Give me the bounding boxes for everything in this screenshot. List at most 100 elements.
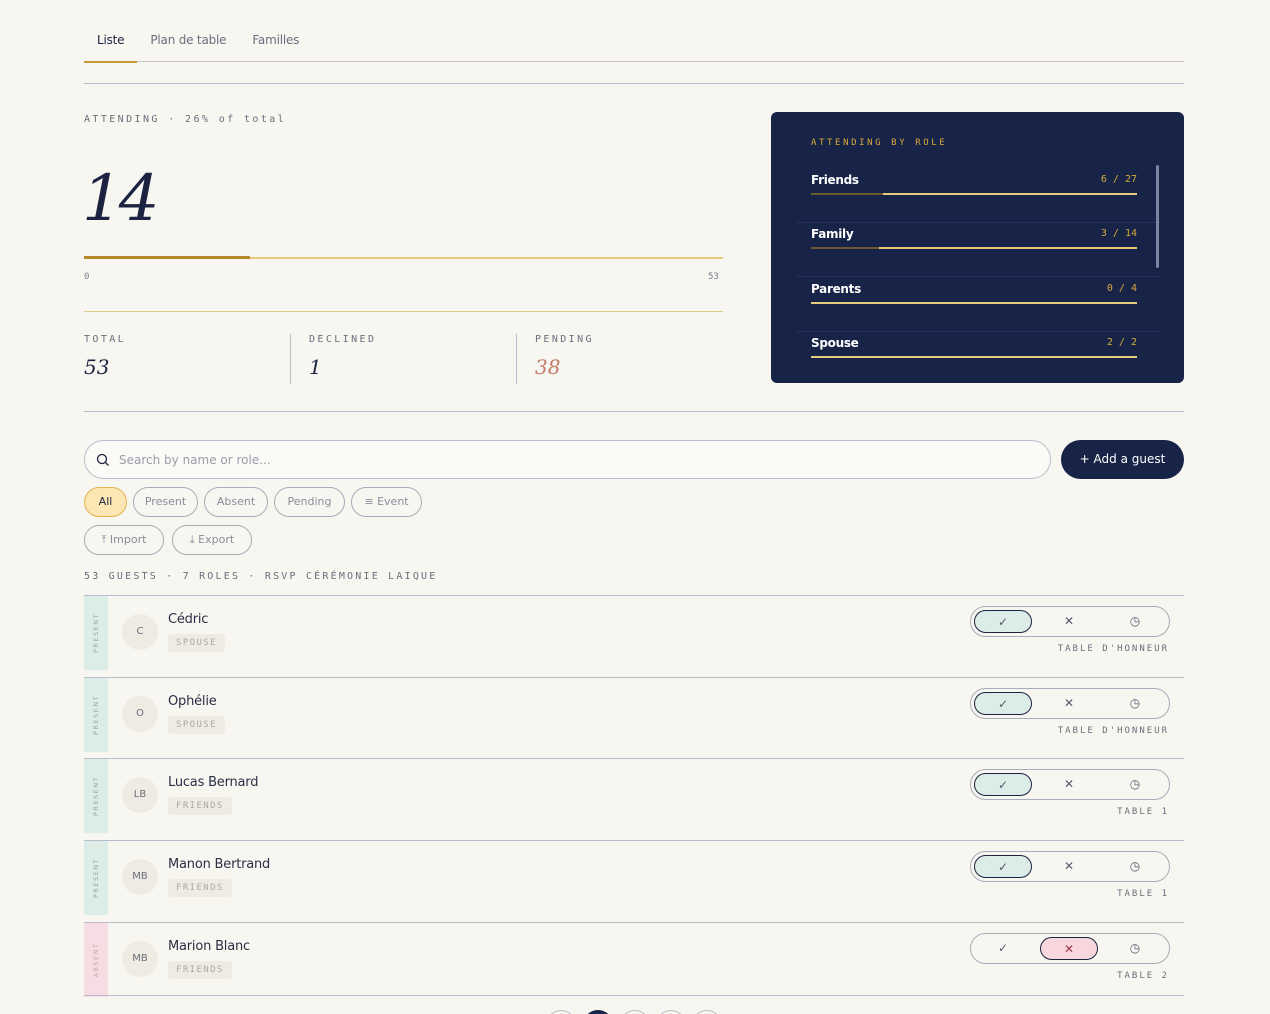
attending-by-role-card: ATTENDING BY ROLE Friends 6 / 27 Family … xyxy=(771,112,1184,383)
rsvp-toggle: ✓ ✕ ◷ xyxy=(970,851,1170,882)
status-label: PRESENT xyxy=(92,857,100,899)
pagination-prev[interactable] xyxy=(546,1010,576,1014)
role-name: Friends xyxy=(811,173,859,187)
role-badge: FRIENDS xyxy=(168,961,232,979)
divider xyxy=(84,995,1184,996)
close-icon: ✕ xyxy=(1063,859,1075,873)
avatar: LB xyxy=(122,777,158,813)
guest-name: Cédric xyxy=(168,612,209,627)
check-icon: ✓ xyxy=(997,941,1009,955)
role-count: 6 / 27 xyxy=(1100,174,1137,185)
role-row: Friends 6 / 27 xyxy=(797,168,1161,223)
close-icon: ✕ xyxy=(1063,696,1075,710)
role-progress-bar xyxy=(811,193,1137,195)
clock-icon: ◷ xyxy=(1129,777,1141,791)
import-button[interactable]: ⤒ Import xyxy=(84,525,164,555)
rsvp-no-button[interactable]: ✕ xyxy=(1040,610,1098,633)
role-progress-fill xyxy=(811,247,880,249)
rsvp-no-button[interactable]: ✕ xyxy=(1040,692,1098,715)
stat-label: PENDING xyxy=(535,334,594,345)
rsvp-no-button[interactable]: ✕ xyxy=(1040,855,1098,878)
rsvp-yes-button[interactable]: ✓ xyxy=(974,773,1032,796)
filter-all[interactable]: All xyxy=(84,487,127,517)
status-label: PRESENT xyxy=(92,775,100,817)
stat-label: DECLINED xyxy=(309,334,377,345)
rsvp-pending-button[interactable]: ◷ xyxy=(1106,855,1164,878)
rsvp-yes-button[interactable]: ✓ xyxy=(974,937,1032,960)
tab-plan-de-table[interactable]: Plan de table xyxy=(137,0,239,62)
divider xyxy=(84,411,1184,412)
clock-icon: ◷ xyxy=(1129,859,1141,873)
rsvp-no-button[interactable]: ✕ xyxy=(1040,773,1098,796)
filter-icon: ≡ xyxy=(364,495,374,508)
role-progress-fill xyxy=(811,193,883,195)
avatar: MB xyxy=(122,941,158,977)
check-icon: ✓ xyxy=(997,778,1009,792)
pagination-page[interactable] xyxy=(620,1010,650,1014)
stat-declined: DECLINED 1 xyxy=(290,334,376,384)
table-assignment: TABLE D'HONNEUR xyxy=(1057,644,1169,654)
table-row: PRESENT MB Manon Bertrand FRIENDS ✓ ✕ ◷ … xyxy=(84,840,1184,922)
guest-name: Manon Bertrand xyxy=(168,857,271,872)
filter-pending[interactable]: Pending xyxy=(274,487,345,517)
stat-total: TOTAL 53 xyxy=(84,334,126,384)
pagination-next[interactable] xyxy=(692,1010,722,1014)
rsvp-toggle: ✓ ✕ ◷ xyxy=(970,606,1170,637)
tab-liste[interactable]: Liste xyxy=(84,0,138,63)
rsvp-yes-button[interactable]: ✓ xyxy=(974,855,1032,878)
rsvp-pending-button[interactable]: ◷ xyxy=(1106,610,1164,633)
clock-icon: ◷ xyxy=(1129,696,1141,710)
check-icon: ✓ xyxy=(997,860,1009,874)
pagination-page[interactable] xyxy=(656,1010,686,1014)
status-strip: PRESENT xyxy=(84,759,108,833)
pagination-page[interactable] xyxy=(583,1010,613,1014)
role-badge: FRIENDS xyxy=(168,879,232,897)
check-icon: ✓ xyxy=(997,615,1009,629)
role-badge: SPOUSE xyxy=(168,716,225,734)
rsvp-yes-button[interactable]: ✓ xyxy=(974,610,1032,633)
table-row: PRESENT LB Lucas Bernard FRIENDS ✓ ✕ ◷ T… xyxy=(84,758,1184,840)
clock-icon: ◷ xyxy=(1129,614,1141,628)
role-name: Parents xyxy=(811,282,861,296)
filter-event[interactable]: ≡ Event xyxy=(351,487,422,517)
role-progress-fill xyxy=(811,356,1137,358)
add-guest-button[interactable]: + Add a guest xyxy=(1061,440,1184,479)
status-label: PRESENT xyxy=(92,612,100,654)
role-count: 3 / 14 xyxy=(1100,228,1137,239)
stat-pending: PENDING 38 xyxy=(516,334,594,384)
table-assignment: TABLE 1 xyxy=(1117,889,1169,899)
divider xyxy=(84,311,723,312)
progress-min: 0 xyxy=(84,272,90,282)
card-scrollbar[interactable] xyxy=(1156,165,1159,268)
role-name: Family xyxy=(811,227,854,241)
role-count: 0 / 4 xyxy=(1106,283,1137,294)
filter-present[interactable]: Present xyxy=(133,487,198,517)
rsvp-no-button[interactable]: ✕ xyxy=(1040,937,1098,960)
role-progress-bar xyxy=(811,302,1137,304)
rsvp-toggle: ✓ ✕ ◷ xyxy=(970,688,1170,719)
filter-event-label: Event xyxy=(377,495,409,508)
close-icon: ✕ xyxy=(1063,777,1075,791)
tab-familles[interactable]: Familles xyxy=(239,0,312,62)
stat-value: 1 xyxy=(309,355,322,379)
export-button[interactable]: ⤓ Export xyxy=(172,525,252,555)
filter-absent[interactable]: Absent xyxy=(204,487,268,517)
divider xyxy=(84,83,1184,84)
search-input[interactable] xyxy=(119,441,1019,478)
rsvp-pending-button[interactable]: ◷ xyxy=(1106,937,1164,960)
role-badge: FRIENDS xyxy=(168,797,232,815)
progress-max: 53 xyxy=(708,272,719,282)
role-name: Spouse xyxy=(811,336,859,350)
rsvp-yes-button[interactable]: ✓ xyxy=(974,692,1032,715)
rsvp-pending-button[interactable]: ◷ xyxy=(1106,692,1164,715)
avatar: O xyxy=(122,696,158,732)
role-badge: SPOUSE xyxy=(168,634,225,652)
table-assignment: TABLE D'HONNEUR xyxy=(1057,726,1169,736)
list-summary: 53 GUESTS · 7 ROLES · RSVP CÉRÉMONIE LAI… xyxy=(84,571,438,582)
guest-name: Marion Blanc xyxy=(168,939,250,954)
close-icon: ✕ xyxy=(1063,942,1075,956)
status-strip: PRESENT xyxy=(84,678,108,752)
card-title: ATTENDING BY ROLE xyxy=(811,138,948,148)
rsvp-pending-button[interactable]: ◷ xyxy=(1106,773,1164,796)
attending-label: ATTENDING · 26% of total xyxy=(84,114,287,125)
